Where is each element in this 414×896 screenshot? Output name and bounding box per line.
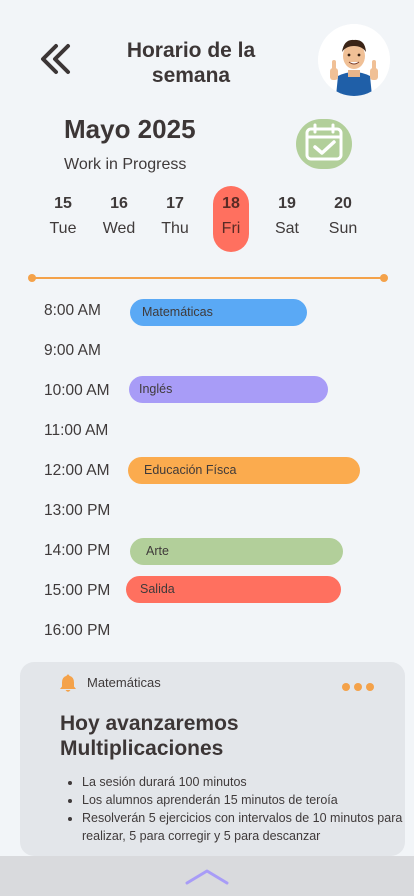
page-title: Horario de la semana	[126, 39, 256, 87]
day-17[interactable]: 17 Thu	[157, 186, 193, 252]
card-subject: Matemáticas	[87, 675, 161, 690]
divider-dot-right	[380, 274, 388, 282]
event-matematicas[interactable]: Matemáticas	[130, 299, 307, 326]
day-weekday: Tue	[49, 220, 77, 237]
chevron-up-icon[interactable]	[185, 866, 229, 886]
day-number: 15	[54, 195, 72, 212]
list-item: Resolverán 5 ejercicios con intervalos d…	[82, 809, 409, 845]
day-weekday: Sat	[274, 220, 299, 237]
divider-dot-left	[28, 274, 36, 282]
avatar[interactable]	[318, 24, 390, 96]
day-19[interactable]: 19 Sat	[269, 186, 305, 252]
day-number: 20	[334, 195, 352, 212]
day-number: 18	[222, 195, 240, 212]
time-label: 12:00 AM	[44, 462, 110, 479]
time-label: 8:00 AM	[44, 302, 101, 319]
day-weekday: Fri	[221, 220, 241, 237]
event-educacion-fisica[interactable]: Educación Físca	[128, 457, 360, 484]
event-salida[interactable]: Salida	[126, 576, 341, 603]
lesson-notes-list: La sesión durará 100 minutos Los alumnos…	[64, 773, 409, 845]
list-item: Los alumnos aprenderán 15 minutos de ter…	[82, 791, 409, 809]
event-arte[interactable]: Arte	[130, 538, 343, 565]
time-label: 13:00 PM	[44, 502, 111, 519]
back-button[interactable]	[38, 40, 78, 80]
time-label: 14:00 PM	[44, 542, 111, 559]
month-title: Mayo 2025	[64, 114, 196, 144]
user-avatar-icon	[318, 24, 390, 96]
card-title: Hoy avanzaremos Multiplicaciones	[60, 712, 239, 760]
day-20[interactable]: 20 Sun	[325, 186, 361, 252]
day-18-selected[interactable]: 18 Fri	[213, 186, 249, 252]
day-16[interactable]: 16 Wed	[101, 186, 137, 252]
calendar-check-icon	[305, 123, 343, 161]
day-15[interactable]: 15 Tue	[45, 186, 81, 252]
day-weekday: Wed	[102, 220, 136, 237]
double-chevron-left-icon	[41, 44, 70, 74]
timeline-divider	[32, 277, 384, 279]
day-number: 17	[166, 195, 184, 212]
day-number: 19	[278, 195, 296, 212]
time-label: 15:00 PM	[44, 582, 111, 599]
day-weekday: Thu	[161, 220, 189, 237]
status-text: Work in Progress	[64, 156, 187, 173]
time-label: 16:00 PM	[44, 622, 111, 639]
event-ingles[interactable]: Inglés	[129, 376, 328, 403]
more-options-icon[interactable]	[342, 678, 382, 691]
calendar-button[interactable]	[296, 119, 352, 169]
time-label: 10:00 AM	[44, 382, 110, 399]
day-weekday: Sun	[328, 220, 358, 237]
bell-icon	[58, 673, 78, 693]
time-label: 9:00 AM	[44, 342, 101, 359]
time-label: 11:00 AM	[44, 422, 109, 439]
day-number: 16	[110, 195, 128, 212]
list-item: La sesión durará 100 minutos	[82, 773, 409, 791]
